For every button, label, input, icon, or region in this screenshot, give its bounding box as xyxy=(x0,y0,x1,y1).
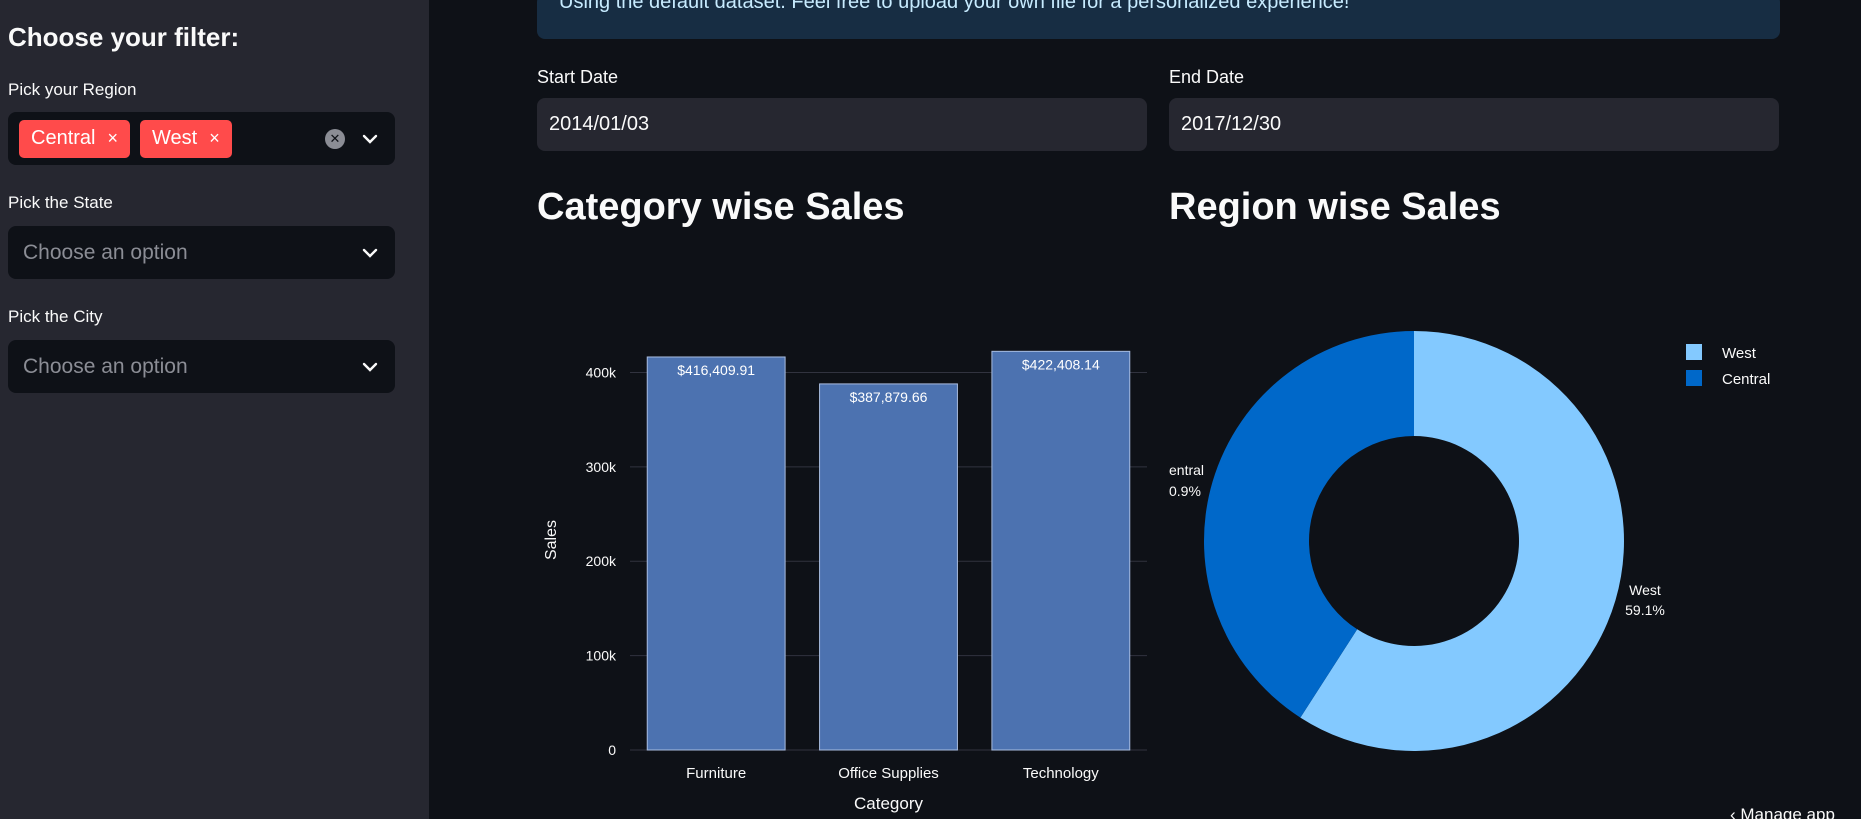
city-placeholder: Choose an option xyxy=(23,354,188,378)
manage-app-button[interactable]: ‹ Manage app xyxy=(1730,805,1835,819)
end-date-input[interactable]: 2017/12/30 xyxy=(1169,98,1779,151)
start-date-input[interactable]: 2014/01/03 xyxy=(537,98,1147,151)
legend-swatch xyxy=(1686,344,1702,360)
legend-label: West xyxy=(1722,345,1757,362)
state-label: Pick the State xyxy=(8,193,113,212)
state-select[interactable]: Choose an option xyxy=(8,226,395,279)
region-sales-title: Region wise Sales xyxy=(1169,186,1501,228)
state-placeholder: Choose an option xyxy=(23,240,188,264)
x-tick-label: Office Supplies xyxy=(838,765,939,782)
y-tick-label: 100k xyxy=(586,648,617,664)
y-tick-label: 200k xyxy=(586,553,617,569)
slice-pct-central: 0.9% xyxy=(1169,483,1201,499)
y-tick-label: 400k xyxy=(586,364,617,380)
slice-label-west: West xyxy=(1629,582,1661,598)
x-axis-title: Category xyxy=(854,794,923,813)
remove-tag-icon[interactable]: × xyxy=(107,128,118,149)
bar xyxy=(646,356,786,751)
y-axis-title: Sales xyxy=(543,520,560,560)
region-tag-west: West × xyxy=(140,119,232,158)
info-banner: Using the default dataset. Feel free to … xyxy=(537,0,1780,39)
bar-data-label: $422,408.14 xyxy=(1022,356,1100,372)
banner-text: Using the default dataset. Feel free to … xyxy=(559,0,1350,13)
region-donut-chart: West 59.1% entral 0.9% West Central xyxy=(1169,331,1770,751)
y-tick-label: 300k xyxy=(586,459,617,475)
legend-swatch xyxy=(1686,370,1702,386)
remove-tag-icon[interactable]: × xyxy=(209,128,220,149)
x-tick-label: Technology xyxy=(1023,765,1099,782)
chevron-down-icon[interactable] xyxy=(359,356,381,378)
chevron-down-icon[interactable] xyxy=(359,242,381,264)
bar xyxy=(991,350,1131,751)
category-sales-title: Category wise Sales xyxy=(537,186,905,228)
x-tick-label: Furniture xyxy=(686,765,746,782)
chevron-down-icon[interactable] xyxy=(359,128,381,150)
bar xyxy=(819,383,958,751)
region-multiselect[interactable]: Central × West × ✕ xyxy=(8,112,395,165)
clear-all-icon[interactable]: ✕ xyxy=(325,128,345,149)
bar-data-label: $387,879.66 xyxy=(850,389,928,405)
category-bar-chart: 0 100k 200k 300k 400k $416,409.91 Furniture $38… xyxy=(543,350,1147,813)
city-select[interactable]: Choose an option xyxy=(8,340,395,393)
region-tag-central: Central × xyxy=(19,119,130,158)
region-label: Pick your Region xyxy=(8,80,137,99)
y-tick-label: 0 xyxy=(608,742,616,758)
bar-data-label: $416,409.91 xyxy=(677,362,755,378)
slice-pct-west: 59.1% xyxy=(1625,602,1665,618)
city-label: Pick the City xyxy=(8,307,103,326)
end-date-label: End Date xyxy=(1169,67,1245,87)
legend-label: Central xyxy=(1722,371,1770,388)
start-date-label: Start Date xyxy=(537,67,619,87)
slice-label-central: entral xyxy=(1169,462,1204,478)
sidebar-heading: Choose your filter: xyxy=(8,22,240,52)
chevron-left-icon: ‹ xyxy=(1730,805,1741,819)
